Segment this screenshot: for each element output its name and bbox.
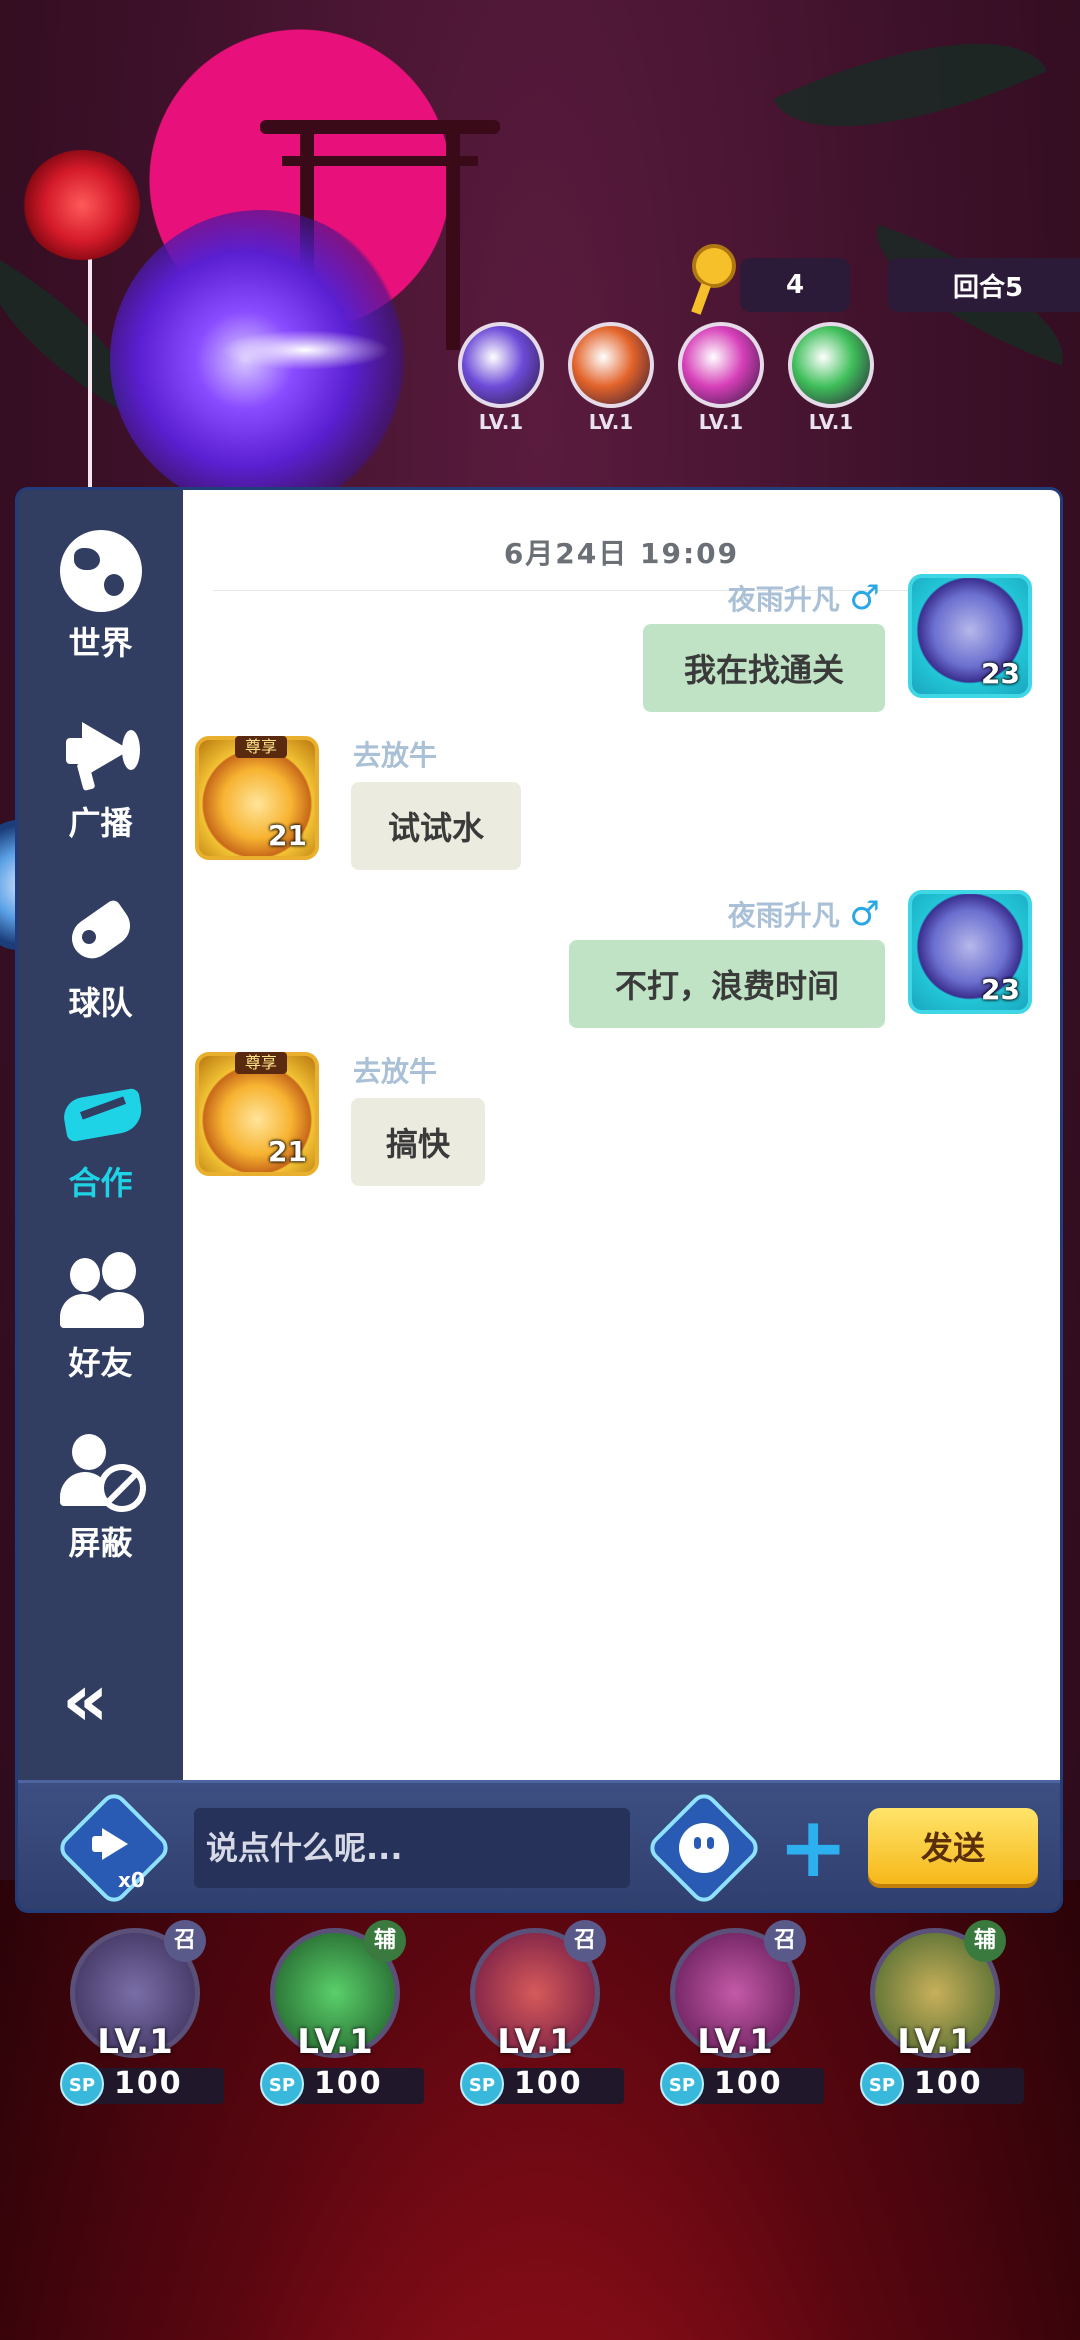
- smiley-icon: [679, 1823, 729, 1873]
- plus-attach-button[interactable]: +: [778, 1805, 848, 1889]
- card-type-badge: 辅: [964, 1920, 1006, 1962]
- broadcast-count: x0: [118, 1868, 145, 1892]
- sp-icon: SP: [460, 2062, 504, 2106]
- key-icon: [686, 238, 746, 318]
- sp-cost: 100: [514, 2066, 583, 2101]
- tab-broadcast[interactable]: 广播: [18, 690, 183, 870]
- tab-label: 球队: [68, 984, 133, 1022]
- tab-team[interactable]: 球队: [18, 870, 183, 1050]
- chat-timestamp: 6月24日 19:09: [503, 537, 740, 570]
- tab-label: 好友: [68, 1344, 133, 1382]
- divider: [213, 590, 1000, 591]
- card-type-badge: 辅: [364, 1920, 406, 1962]
- tab-world[interactable]: 世界: [18, 510, 183, 690]
- avatar-level: 23: [981, 973, 1020, 1006]
- player-avatar[interactable]: 尊享 21: [195, 1052, 319, 1176]
- collapse-sidebar-button[interactable]: «: [62, 1664, 142, 1736]
- chat-message-area[interactable]: 6月24日 19:09 夜雨升凡 ♂ 23 我在找通关 尊享 21 去放牛 试试…: [183, 490, 1060, 1780]
- card-level: LV.1: [497, 2022, 573, 2062]
- chat-bubble-other: 搞快: [351, 1098, 485, 1186]
- tab-label: 屏蔽: [68, 1524, 133, 1562]
- megaphone-icon: [88, 1826, 148, 1866]
- player-avatar[interactable]: 23: [908, 574, 1032, 698]
- chat-bubble-self: 不打，浪费时间: [569, 940, 885, 1028]
- vip-badge: 尊享: [235, 1052, 287, 1074]
- card-level: LV.1: [697, 2022, 773, 2062]
- send-button[interactable]: 发送: [868, 1808, 1038, 1884]
- chat-bubble-other: 试试水: [351, 782, 521, 870]
- skill-slot-infinity[interactable]: [568, 322, 654, 408]
- card-type-badge: 召: [164, 1920, 206, 1962]
- skill-slot-arrow[interactable]: [788, 322, 874, 408]
- block-user-icon: [60, 1430, 146, 1512]
- tab-label: 世界: [68, 624, 133, 662]
- message-sender: 去放牛: [353, 1055, 438, 1088]
- sp-icon: SP: [60, 2062, 104, 2106]
- sp-cost: 100: [314, 2066, 383, 2101]
- globe-icon: [60, 530, 142, 612]
- skill-level: LV.1: [698, 410, 744, 434]
- message-sender: 夜雨升凡 ♂: [727, 894, 880, 934]
- card-level: LV.1: [97, 2022, 173, 2062]
- red-flower-ornament: [22, 150, 142, 260]
- message-sender: 夜雨升凡 ♂: [727, 578, 880, 618]
- sp-cost: 100: [914, 2066, 983, 2101]
- deck-card[interactable]: 辅 LV.1 SP 100: [250, 1920, 424, 2128]
- card-type-badge: 召: [564, 1920, 606, 1962]
- skill-level: LV.1: [478, 410, 524, 434]
- skill-slot-lightning[interactable]: [458, 322, 544, 408]
- card-level: LV.1: [897, 2022, 973, 2062]
- card-type-badge: 召: [764, 1920, 806, 1962]
- sp-cost: 100: [114, 2066, 183, 2101]
- player-avatar[interactable]: 23: [908, 890, 1032, 1014]
- skill-level: LV.1: [588, 410, 634, 434]
- vip-badge: 尊享: [235, 736, 287, 758]
- sp-icon: SP: [660, 2062, 704, 2106]
- sp-icon: SP: [260, 2062, 304, 2106]
- deck-card[interactable]: 辅 LV.1 SP 100: [850, 1920, 1024, 2128]
- male-gender-icon: ♂: [849, 578, 880, 618]
- chat-channel-sidebar: 世界 广播 球队 合作 好友 屏蔽 «: [18, 490, 183, 1780]
- skill-slot-crystal[interactable]: [678, 322, 764, 408]
- male-gender-icon: ♂: [849, 894, 880, 934]
- tab-label: 广播: [68, 804, 133, 842]
- player-avatar[interactable]: 尊享 21: [195, 736, 319, 860]
- chat-message-input[interactable]: [194, 1808, 630, 1888]
- tab-label: 合作: [68, 1164, 133, 1202]
- divider-line: [88, 220, 92, 490]
- chat-bubble-self: 我在找通关: [643, 624, 885, 712]
- chat-panel: 世界 广播 球队 合作 好友 屏蔽 « 6月24日 19:09 夜雨升凡 ♂ 2…: [18, 490, 1060, 1910]
- skill-level: LV.1: [808, 410, 854, 434]
- torii-gate: [260, 110, 500, 350]
- deck-card[interactable]: 召 LV.1 SP 100: [650, 1920, 824, 2128]
- tab-cooperate[interactable]: 合作: [18, 1050, 183, 1230]
- avatar-level: 21: [268, 1135, 307, 1168]
- deck-card[interactable]: 召 LV.1 SP 100: [50, 1920, 224, 2128]
- avatar-level: 21: [268, 819, 307, 852]
- megaphone-icon: [60, 710, 142, 792]
- round-indicator: 回合5: [888, 258, 1080, 312]
- sp-icon: SP: [860, 2062, 904, 2106]
- sp-cost: 100: [714, 2066, 783, 2101]
- handshake-icon: [60, 1070, 146, 1152]
- deck-card[interactable]: 召 LV.1 SP 100: [450, 1920, 624, 2128]
- bamboo-leaf: [773, 0, 1047, 181]
- tab-blocked[interactable]: 屏蔽: [18, 1410, 183, 1590]
- whistle-icon: [60, 890, 142, 972]
- avatar-level: 23: [981, 657, 1020, 690]
- orb-flare: [220, 330, 390, 370]
- tab-friends[interactable]: 好友: [18, 1230, 183, 1410]
- key-count: 4: [740, 258, 850, 312]
- message-sender: 去放牛: [353, 739, 438, 772]
- friends-icon: [60, 1250, 144, 1332]
- card-level: LV.1: [297, 2022, 373, 2062]
